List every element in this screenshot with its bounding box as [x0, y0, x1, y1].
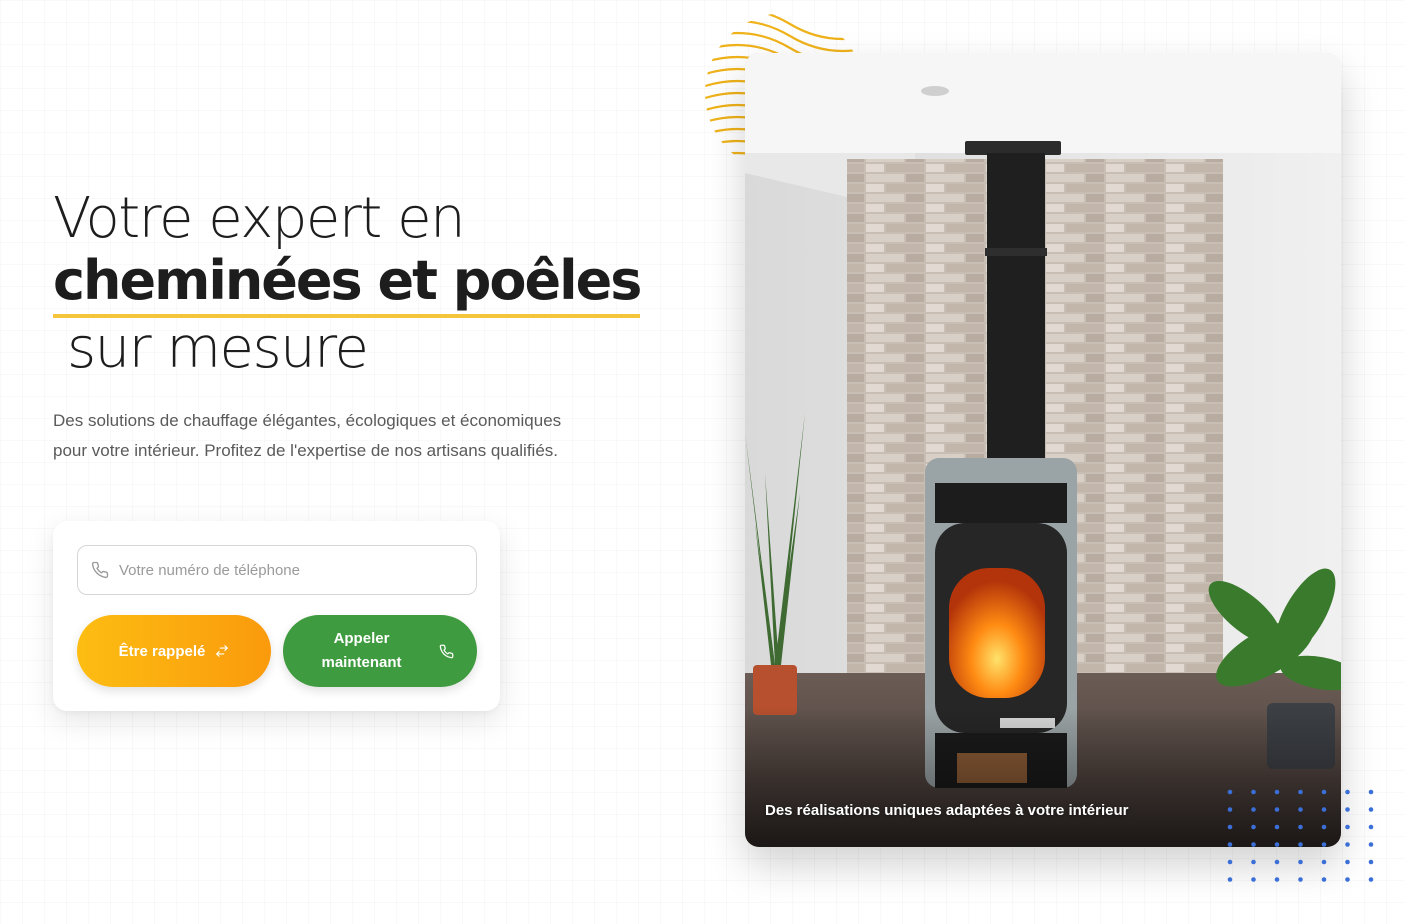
call-now-button[interactable]: Appeler maintenant [283, 615, 477, 687]
decorative-dot [1227, 842, 1233, 847]
decorative-dot [1227, 789, 1233, 795]
callback-button-label: Être rappelé [118, 642, 206, 660]
decorative-dot [1368, 842, 1374, 847]
decorative-dot [1345, 877, 1350, 882]
decorative-dot [1251, 824, 1256, 830]
decorative-dot [1251, 789, 1256, 795]
decorative-dot [1345, 807, 1350, 812]
decorative-dot [1274, 807, 1280, 812]
decorative-dot [1274, 842, 1280, 847]
stove-photo: Des réalisations uniques adaptées à votr… [745, 53, 1341, 847]
decorative-dot [1298, 877, 1303, 882]
swap-arrows-icon [215, 644, 229, 658]
decorative-dot [1251, 877, 1256, 882]
decorative-dot [1368, 824, 1374, 830]
decorative-dot [1321, 824, 1327, 830]
hero-title: Votre expert en cheminées et poêles sur … [53, 188, 653, 380]
decorative-dot [1274, 877, 1280, 882]
title-line-2-highlighted: cheminées et poêles [53, 250, 642, 318]
decorative-dot [1298, 842, 1303, 847]
phone-input[interactable] [119, 561, 459, 579]
decorative-dot [1368, 859, 1374, 865]
decorative-dot [1345, 789, 1350, 795]
title-line-3: sur mesure [67, 316, 369, 381]
decorative-dot [1227, 877, 1233, 882]
decorative-dot [1345, 859, 1350, 865]
decorative-dot [1298, 807, 1303, 812]
decorative-dot [1321, 877, 1327, 882]
hero-subtitle: Des solutions de chauffage élégantes, éc… [53, 411, 562, 460]
decorative-dot [1227, 859, 1233, 865]
phone-icon [439, 644, 454, 659]
title-line-1: Votre expert en [53, 186, 466, 251]
decorative-dot [1321, 807, 1327, 812]
call-now-button-label: Appeler maintenant [321, 630, 402, 671]
decorative-dot [1345, 824, 1350, 830]
decorative-dot [1298, 824, 1303, 830]
decorative-dot [1321, 859, 1327, 865]
decorative-dot [1251, 842, 1256, 847]
decorative-dot [1227, 807, 1233, 812]
decorative-dot [1251, 807, 1256, 812]
decorative-dot [1274, 824, 1280, 830]
callback-button[interactable]: Être rappelé [77, 615, 271, 687]
decorative-dot [1298, 859, 1303, 865]
decorative-dot [1227, 824, 1233, 830]
phone-icon [91, 561, 109, 579]
phone-field[interactable] [77, 545, 477, 595]
decorative-dot [1368, 789, 1374, 795]
decorative-dot [1345, 842, 1350, 847]
decorative-dot [1368, 807, 1374, 812]
callback-form-card: Être rappelé Appeler maintenant [53, 521, 500, 711]
decorative-dot [1321, 842, 1327, 847]
decorative-dots [1227, 789, 1374, 882]
hero-section: Votre expert en cheminées et poêles sur … [53, 188, 653, 466]
decorative-dot [1368, 877, 1374, 882]
image-caption: Des réalisations uniques adaptées à votr… [765, 802, 1129, 819]
decorative-dot [1274, 859, 1280, 865]
decorative-dot [1321, 789, 1327, 795]
decorative-dot [1251, 859, 1256, 865]
decorative-dot [1274, 789, 1280, 795]
decorative-dot [1298, 789, 1303, 795]
